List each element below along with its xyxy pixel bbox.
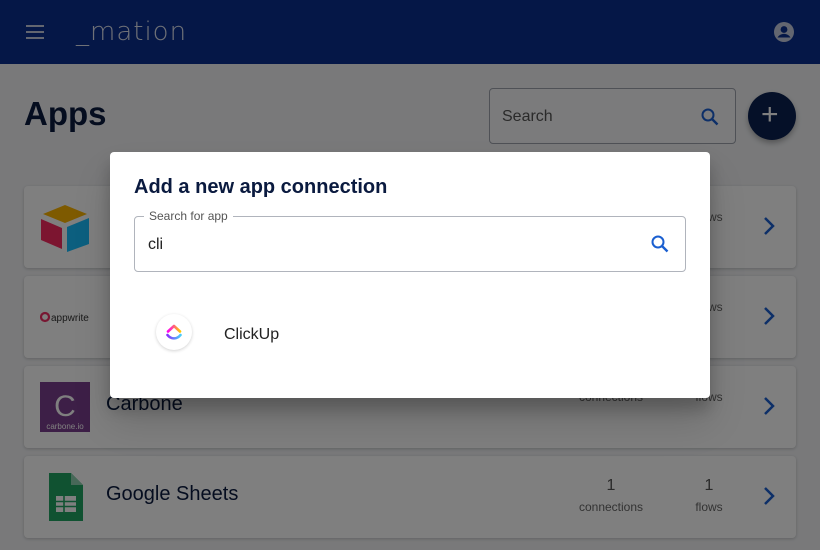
result-label: ClickUp xyxy=(224,326,280,343)
app-search-input[interactable] xyxy=(148,233,628,257)
app-search-field[interactable]: Search for app xyxy=(134,209,686,272)
add-app-connection-dialog: Add a new app connection Search for app … xyxy=(110,152,710,398)
dialog-title: Add a new app connection xyxy=(134,176,388,198)
search-icon[interactable] xyxy=(648,232,672,256)
search-result-item[interactable]: ClickUp xyxy=(134,302,686,370)
app-search-label: Search for app xyxy=(144,209,233,223)
clickup-logo xyxy=(156,314,192,350)
